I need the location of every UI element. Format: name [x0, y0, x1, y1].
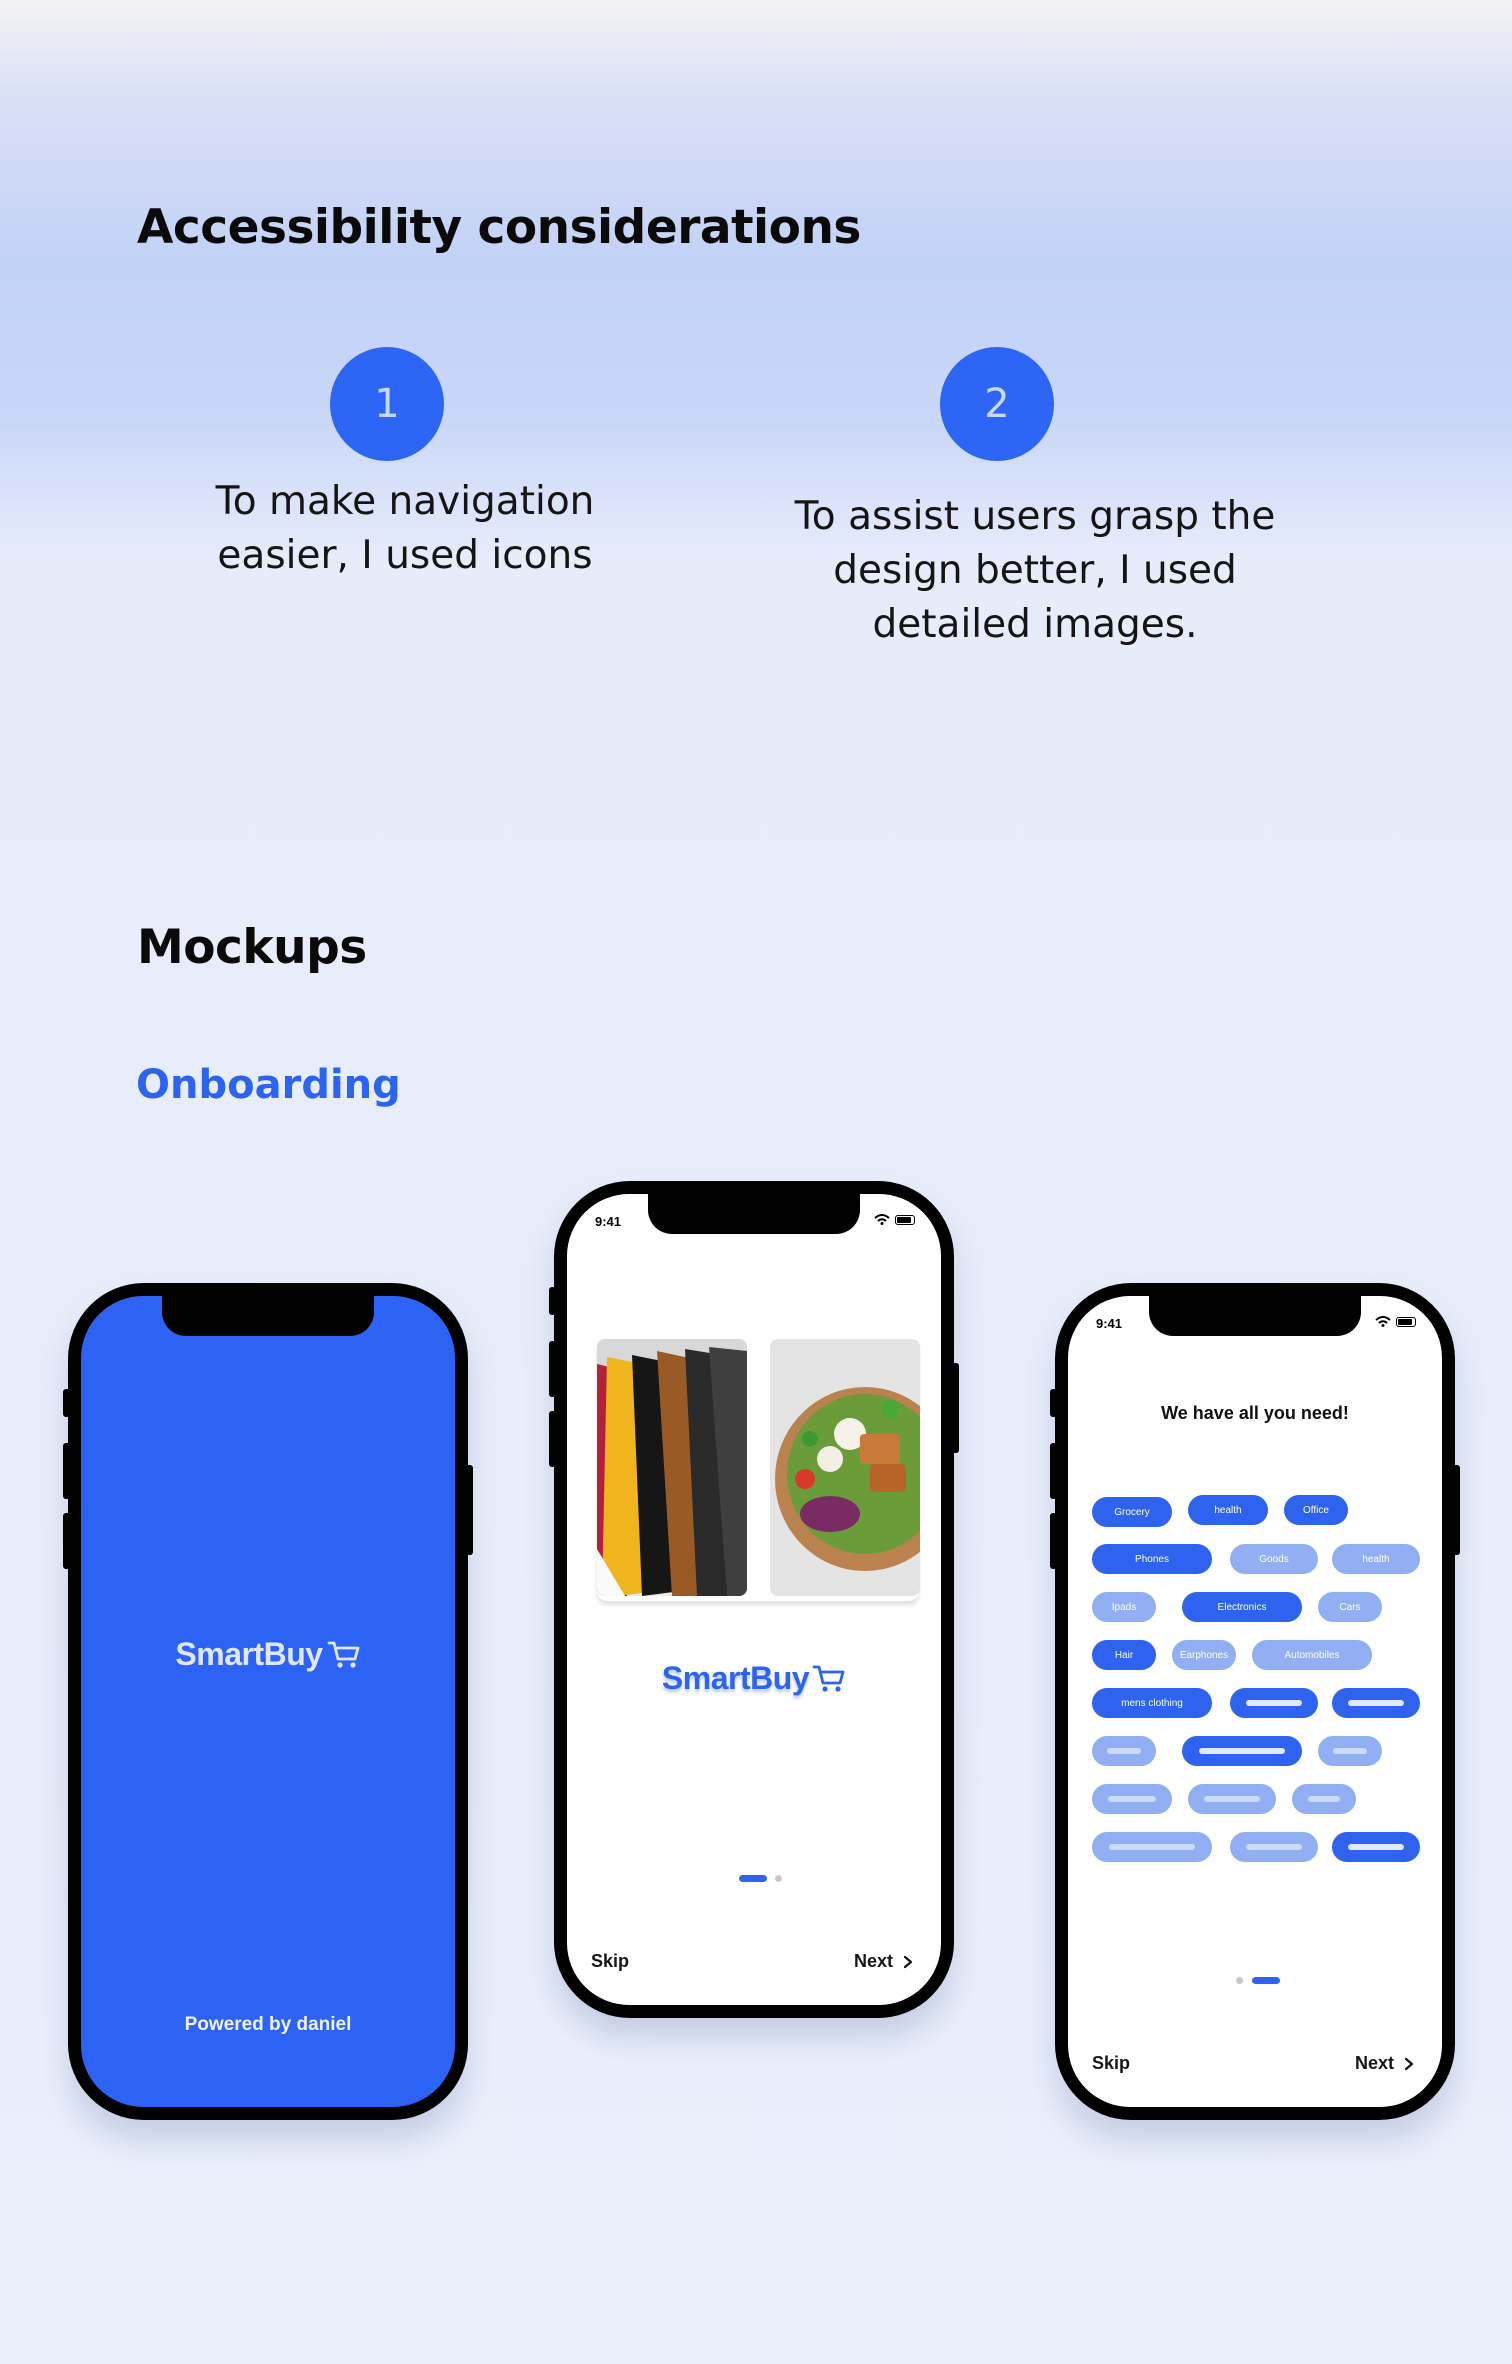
phone-mockup-splash: SmartBuy Powered by daniel	[63, 1283, 473, 2120]
next-label: Next	[1354, 2053, 1394, 2073]
power-button	[1453, 1465, 1460, 1555]
category-chip[interactable]: health	[1332, 1544, 1420, 1574]
category-chip-placeholder[interactable]	[1092, 1736, 1156, 1766]
notch	[162, 1296, 374, 1336]
category-chip-placeholder[interactable]	[1318, 1736, 1382, 1766]
step-number-badge: 2	[940, 347, 1054, 461]
category-chip-placeholder[interactable]	[1188, 1784, 1276, 1814]
volume-down-button	[549, 1411, 556, 1467]
cart-icon	[812, 1665, 845, 1692]
next-button[interactable]: Next	[1355, 2053, 1414, 2074]
status-icons	[874, 1214, 915, 1225]
category-chip[interactable]: health	[1188, 1495, 1268, 1525]
category-chip[interactable]: Goods	[1230, 1544, 1318, 1574]
step-number-badge: 1	[330, 347, 444, 461]
powered-by-footer: Powered by daniel	[184, 2014, 352, 2035]
wifi-icon	[874, 1214, 890, 1225]
smartbuy-logo: SmartBuy	[81, 1636, 455, 1673]
category-chip-placeholder[interactable]	[1092, 1784, 1172, 1814]
category-chip[interactable]: Hair	[1092, 1640, 1156, 1670]
phone-mockup-onboarding-2: 9:41 We have all you need! Grocery healt…	[1050, 1283, 1460, 2120]
consideration-line: detailed images.	[872, 602, 1198, 647]
wifi-icon	[1375, 1316, 1391, 1327]
next-label: Next	[853, 1951, 893, 1971]
category-chip-placeholder[interactable]	[1230, 1832, 1318, 1862]
category-chip-placeholder[interactable]	[1292, 1784, 1356, 1814]
splash-screen: SmartBuy Powered by daniel	[81, 1296, 455, 2107]
consideration-line: easier, I used icons	[217, 533, 593, 578]
category-chip[interactable]: Automobiles	[1252, 1640, 1372, 1670]
cart-icon	[327, 1641, 359, 1668]
skip-button[interactable]: Skip	[1092, 2053, 1130, 2074]
status-time: 9:41	[1096, 1316, 1123, 1331]
power-button	[466, 1465, 473, 1555]
onboarding-screen-1: 9:41 SmartBuy Skip Next	[567, 1194, 941, 2005]
step-number: 2	[984, 381, 1010, 427]
category-chip[interactable]: Earphones	[1172, 1640, 1236, 1670]
volume-down-button	[1050, 1513, 1057, 1569]
category-chip[interactable]: Cars	[1318, 1592, 1382, 1622]
page-indicator-dot	[775, 1875, 782, 1882]
chevron-right-icon	[903, 1955, 913, 1968]
notch	[648, 1194, 860, 1234]
category-chip[interactable]: mens clothing	[1092, 1688, 1212, 1718]
clothing-image	[597, 1339, 747, 1596]
page-indicator-dot	[1236, 1977, 1243, 1984]
status-icons	[1375, 1316, 1416, 1327]
consideration-line: To assist users grasp the	[794, 494, 1276, 539]
mute-switch	[63, 1389, 70, 1417]
consideration-line: design better, I used	[833, 548, 1237, 593]
consideration-text: To make navigation easier, I used icons	[170, 475, 640, 583]
category-chip[interactable]: Grocery	[1092, 1497, 1172, 1527]
category-chip[interactable]: Electronics	[1182, 1592, 1302, 1622]
next-button[interactable]: Next	[854, 1951, 913, 1972]
notch	[1149, 1296, 1361, 1336]
category-chip-placeholder[interactable]	[1092, 1832, 1212, 1862]
category-chip[interactable]: Ipads	[1092, 1592, 1156, 1622]
battery-icon	[1396, 1316, 1416, 1327]
category-chip-placeholder[interactable]	[1332, 1688, 1420, 1718]
consideration-line: To make navigation	[215, 479, 595, 524]
category-chip-placeholder[interactable]	[1230, 1688, 1318, 1718]
smartbuy-logo: SmartBuy	[567, 1660, 941, 1697]
logo-text: SmartBuy	[661, 1660, 810, 1696]
volume-up-button	[549, 1341, 556, 1397]
category-chip[interactable]: Office	[1284, 1495, 1348, 1525]
onboarding-subheading: Onboarding	[136, 1062, 401, 1108]
mute-switch	[1050, 1389, 1057, 1417]
volume-up-button	[1050, 1443, 1057, 1499]
power-button	[952, 1363, 959, 1453]
step-number: 1	[374, 381, 400, 427]
mute-switch	[549, 1287, 556, 1315]
category-chip-placeholder[interactable]	[1332, 1832, 1420, 1862]
image-carousel[interactable]	[597, 1339, 920, 1601]
status-time: 9:41	[595, 1214, 622, 1229]
screen-title: We have all you need!	[1161, 1403, 1349, 1423]
logo-text: SmartBuy	[175, 1636, 323, 1672]
onboarding-screen-2: 9:41 We have all you need! Grocery healt…	[1068, 1296, 1442, 2107]
category-chip-placeholder[interactable]	[1182, 1736, 1302, 1766]
skip-button[interactable]: Skip	[591, 1951, 629, 1972]
chevron-right-icon	[1404, 2057, 1414, 2070]
consideration-text: To assist users grasp the design better,…	[780, 490, 1290, 652]
accessibility-heading: Accessibility considerations	[137, 200, 861, 255]
salad-image	[770, 1339, 920, 1596]
category-chip[interactable]: Phones	[1092, 1544, 1212, 1574]
mockups-heading: Mockups	[137, 920, 367, 975]
volume-up-button	[63, 1443, 70, 1499]
volume-down-button	[63, 1513, 70, 1569]
page-indicator-active	[739, 1875, 767, 1882]
battery-icon	[895, 1214, 915, 1225]
page-indicator-active	[1252, 1977, 1280, 1984]
phone-mockup-onboarding-1: 9:41 SmartBuy Skip Next	[549, 1181, 959, 2018]
